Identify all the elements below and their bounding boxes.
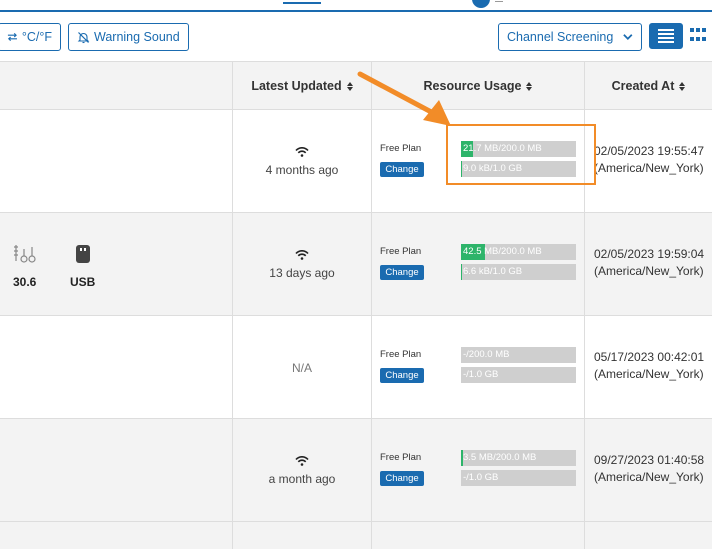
data-usage-text: -/1.0 GB <box>463 472 499 483</box>
table-row[interactable]: 13 days ago Free Plan Change 42.5 MB/200… <box>0 213 712 316</box>
toolbar: °C/°F Warning Sound Channel Screening <box>0 18 712 58</box>
device-table: Latest Updated Resource Usage Created At… <box>0 61 712 549</box>
data-usage-fill <box>461 264 462 280</box>
usb-icon <box>75 243 91 268</box>
created-at-date: 05/17/2023 00:42:01 <box>594 350 705 364</box>
latest-updated-text: 13 days ago <box>269 265 335 280</box>
data-usage-bar: 6.6 kB/1.0 GB <box>461 264 576 280</box>
chevron-down-icon <box>623 34 633 41</box>
storage-usage-bar: 3.5 MB/200.0 MB <box>461 450 576 466</box>
annotation-arrow <box>357 71 451 126</box>
column-divider <box>232 62 233 549</box>
change-plan-button[interactable]: Change <box>380 471 424 486</box>
created-at-date: 02/05/2023 19:55:47 <box>594 144 705 158</box>
latest-updated-cell: N/A <box>233 316 371 419</box>
latest-updated-cell: 4 months ago <box>233 110 371 213</box>
plan-label: Free Plan <box>380 246 422 257</box>
storage-usage-text: 42.5 MB/200.0 MB <box>463 246 542 257</box>
change-plan-button[interactable]: Change <box>380 162 424 177</box>
created-at-cell: 09/27/2023 01:40:58 (America/New_York) <box>594 452 712 486</box>
device-reading: 30.6 <box>13 275 37 289</box>
header-created-at[interactable]: Created At <box>585 62 712 110</box>
created-at-date: 09/27/2023 01:40:58 <box>594 453 705 467</box>
table-row[interactable] <box>0 522 712 549</box>
temperature-unit-label: °C/°F <box>21 30 52 44</box>
storage-usage-text: -/200.0 MB <box>463 349 510 360</box>
created-at-timezone: (America/New_York) <box>594 264 704 278</box>
storage-usage-bar: -/200.0 MB <box>461 347 576 363</box>
created-at-timezone: (America/New_York) <box>594 470 704 484</box>
warning-sound-label: Warning Sound <box>94 30 180 44</box>
temperature-unit-button[interactable]: °C/°F <box>0 23 61 51</box>
latest-updated-cell: a month ago <box>233 419 371 522</box>
data-usage-text: 6.6 kB/1.0 GB <box>463 266 523 277</box>
latest-updated-text: 4 months ago <box>265 162 339 177</box>
header-created-at-label: Created At <box>611 79 675 93</box>
sort-icon <box>346 81 353 91</box>
list-view-button[interactable] <box>649 23 683 49</box>
warning-sound-button[interactable]: Warning Sound <box>68 23 189 51</box>
data-usage-bar: -/1.0 GB <box>461 470 576 486</box>
top-fragment <box>283 0 321 4</box>
created-at-date: 02/05/2023 19:59:04 <box>594 247 705 261</box>
created-at-timezone: (America/New_York) <box>594 367 704 381</box>
created-at-cell: 02/05/2023 19:55:47 (America/New_York) <box>594 143 712 177</box>
storage-usage-bar: 42.5 MB/200.0 MB <box>461 244 576 260</box>
sort-icon <box>526 81 533 91</box>
channel-screening-label: Channel Screening <box>507 30 614 44</box>
change-plan-button[interactable]: Change <box>380 265 424 280</box>
plan-label: Free Plan <box>380 349 422 360</box>
plan-label: Free Plan <box>380 143 422 154</box>
grid-view-icon[interactable] <box>690 28 708 44</box>
data-usage-bar: -/1.0 GB <box>461 367 576 383</box>
channel-screening-button[interactable]: Channel Screening <box>498 23 642 51</box>
plan-label: Free Plan <box>380 452 422 463</box>
list-view-icon <box>658 27 674 45</box>
swap-icon <box>7 32 17 42</box>
header-latest-updated-label: Latest Updated <box>251 79 342 93</box>
latest-updated-text: a month ago <box>268 471 336 486</box>
latest-updated-text: N/A <box>291 360 312 375</box>
header-latest-updated[interactable]: Latest Updated <box>233 62 371 110</box>
change-plan-button[interactable]: Change <box>380 368 424 383</box>
sort-icon <box>679 81 686 91</box>
table-row[interactable]: a month ago Free Plan Change 3.5 MB/200.… <box>0 419 712 522</box>
bell-slash-icon <box>77 31 90 43</box>
top-fragment-2 <box>495 0 503 2</box>
top-circle-icon <box>472 0 490 8</box>
device-port-label: USB <box>70 275 96 289</box>
table-row[interactable]: N/A Free Plan Change -/200.0 MB -/1.0 GB… <box>0 316 712 419</box>
created-at-cell: 05/17/2023 00:42:01 (America/New_York) <box>594 349 712 383</box>
storage-usage-text: 3.5 MB/200.0 MB <box>463 452 537 463</box>
latest-updated-cell: 13 days ago <box>233 213 371 316</box>
column-divider <box>371 62 372 549</box>
wifi-icon <box>295 455 309 466</box>
data-usage-text: -/1.0 GB <box>463 369 499 380</box>
created-at-timezone: (America/New_York) <box>594 161 704 175</box>
created-at-cell: 02/05/2023 19:59:04 (America/New_York) <box>594 246 712 280</box>
wifi-icon <box>295 146 309 157</box>
wifi-icon <box>295 249 309 260</box>
sensor-probe-icon <box>12 243 38 268</box>
top-strip <box>0 0 712 12</box>
highlight-box <box>446 124 596 185</box>
